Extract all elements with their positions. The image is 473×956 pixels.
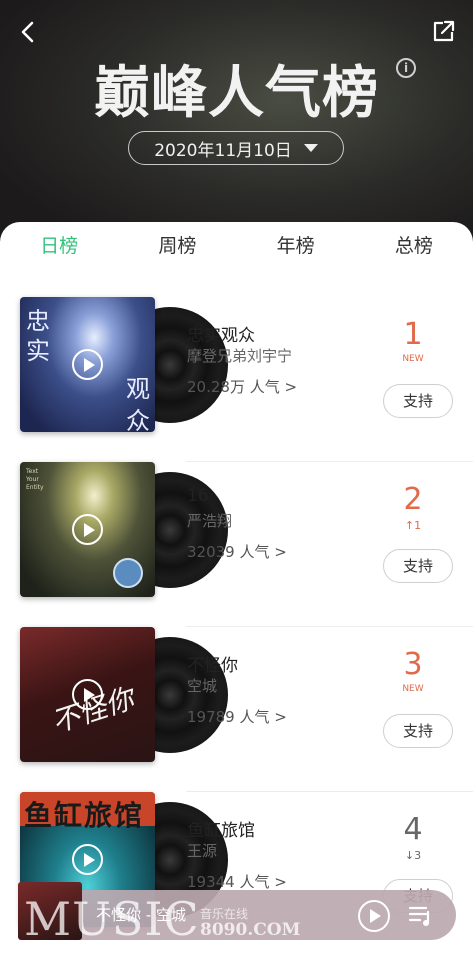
date-selector[interactable]: 2020年11月10日 bbox=[128, 131, 344, 165]
popularity-link[interactable]: 20.28万 人气 > bbox=[187, 376, 297, 397]
rank-number: 4 bbox=[403, 812, 423, 847]
tab-weekly[interactable]: 周榜 bbox=[118, 222, 236, 270]
hero-header: 巅峰人气榜 i 2020年11月10日 bbox=[0, 0, 473, 250]
playlist-icon[interactable] bbox=[408, 904, 434, 928]
rank-trend: ↓3 bbox=[404, 849, 422, 862]
song-title: 鱼缸旅馆 bbox=[187, 821, 255, 841]
cover-text: 鱼缸旅馆 bbox=[24, 799, 145, 832]
tab-bar: 日榜 周榜 年榜 总榜 bbox=[0, 222, 473, 270]
play-button[interactable] bbox=[72, 679, 103, 710]
cover-text: Text bbox=[26, 468, 39, 475]
song-row[interactable]: Text Your Entity 16 严浩翔 32039 人气 > 2 ↑1 … bbox=[0, 462, 473, 627]
album-cover[interactable]: 不怪你 bbox=[20, 627, 155, 762]
play-button[interactable] bbox=[72, 349, 103, 380]
watermark-url: 8090.COM bbox=[200, 920, 301, 940]
play-button[interactable] bbox=[72, 844, 103, 875]
back-icon[interactable] bbox=[14, 18, 42, 46]
album-cover[interactable]: Text Your Entity bbox=[20, 462, 155, 597]
song-row[interactable]: 忠 实 观 众 忠实观众 摩登兄弟刘宇宁 20.28万 人气 > 1 NEW 支… bbox=[0, 297, 473, 462]
artist-name[interactable]: 空城 bbox=[187, 675, 217, 696]
cover-emblem bbox=[113, 558, 143, 588]
tab-daily[interactable]: 日榜 bbox=[0, 222, 118, 270]
artist-name[interactable]: 王源 bbox=[187, 840, 217, 861]
popularity-link[interactable]: 32039 人气 > bbox=[187, 541, 287, 562]
rank-trend: NEW bbox=[402, 684, 424, 694]
song-title: 16 bbox=[187, 486, 209, 506]
album-cover[interactable]: 忠 实 观 众 bbox=[20, 297, 155, 432]
play-button[interactable] bbox=[72, 514, 103, 545]
song-title: 忠实观众 bbox=[187, 326, 255, 346]
song-title: 不怪你 bbox=[187, 656, 238, 676]
info-icon[interactable]: i bbox=[396, 58, 416, 78]
rank-number: 2 bbox=[403, 482, 423, 517]
cover-text: 众 bbox=[126, 407, 150, 432]
rank-trend: NEW bbox=[402, 354, 424, 364]
chart-panel: 日榜 周榜 年榜 总榜 忠 实 观 众 忠实观众 摩登兄弟刘宇宁 20.28万 … bbox=[0, 222, 473, 956]
song-row[interactable]: 不怪你 不怪你 空城 19789 人气 > 3 NEW 支持 bbox=[0, 627, 473, 792]
artist-name[interactable]: 严浩翔 bbox=[187, 510, 232, 531]
support-button[interactable]: 支持 bbox=[383, 549, 453, 583]
rank-number: 1 bbox=[403, 317, 423, 352]
caret-down-icon bbox=[303, 144, 318, 152]
rank-number: 3 bbox=[403, 647, 423, 682]
support-button[interactable]: 支持 bbox=[383, 714, 453, 748]
share-icon[interactable] bbox=[429, 18, 457, 46]
tab-all-time[interactable]: 总榜 bbox=[355, 222, 473, 270]
cover-text: 实 bbox=[26, 337, 50, 365]
support-button[interactable]: 支持 bbox=[383, 384, 453, 418]
popularity-link[interactable]: 19789 人气 > bbox=[187, 706, 287, 727]
date-label: 2020年11月10日 bbox=[154, 140, 292, 161]
watermark-logo: MUSIC bbox=[24, 892, 200, 946]
player-play-button[interactable] bbox=[358, 900, 390, 932]
rank-trend: ↑1 bbox=[404, 519, 422, 532]
tab-yearly[interactable]: 年榜 bbox=[237, 222, 355, 270]
artist-name[interactable]: 摩登兄弟刘宇宁 bbox=[187, 345, 292, 366]
popularity-link[interactable]: 19344 人气 > bbox=[187, 871, 287, 892]
cover-text: 观 bbox=[126, 375, 150, 403]
cover-text: Your bbox=[26, 476, 39, 483]
cover-text: Entity bbox=[26, 484, 44, 491]
